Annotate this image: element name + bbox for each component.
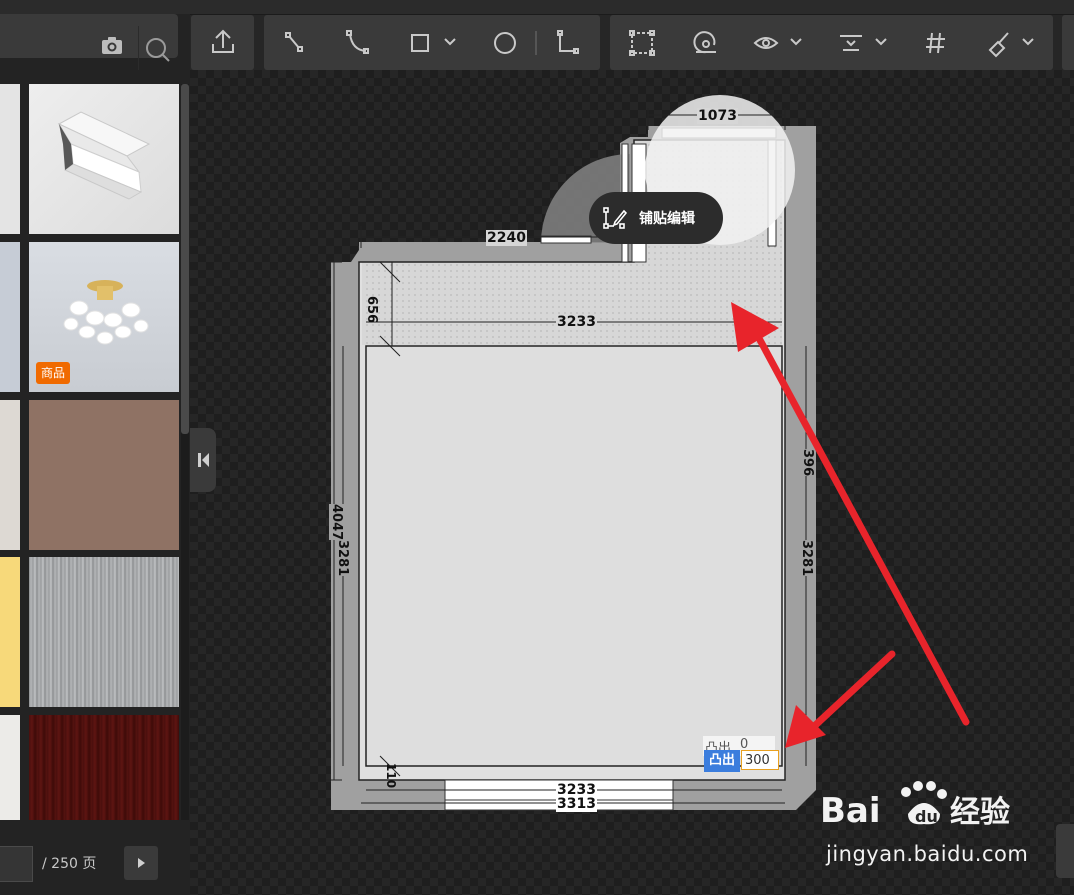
- right-panel-toggle[interactable]: [1056, 824, 1074, 878]
- baidu-watermark-logo: Bai du 经验: [820, 781, 1010, 831]
- svg-text:du: du: [915, 807, 938, 826]
- app-root: 商品 / 250 页 1073 2240 3233 656 4047 3281 …: [0, 0, 1074, 895]
- red-arrow-lower: [785, 650, 896, 748]
- annotation-arrows: [731, 302, 970, 748]
- svg-text:Bai: Bai: [820, 791, 881, 831]
- red-arrow-upper: [731, 302, 970, 726]
- watermark-url: jingyan.baidu.com: [826, 842, 1029, 866]
- svg-text:经验: 经验: [950, 795, 1010, 830]
